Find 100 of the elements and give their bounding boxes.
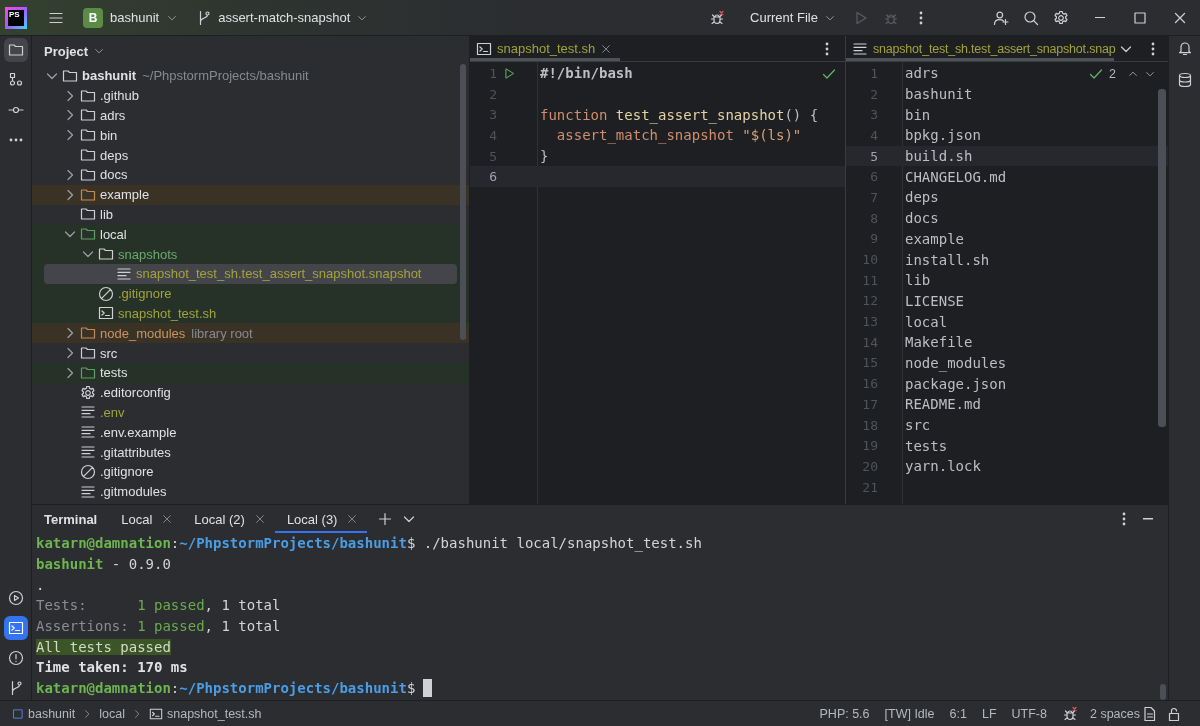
line-number: 2 — [869, 86, 878, 102]
line-number: 2 — [488, 86, 497, 102]
code-line: assert_match_snapshot "$(ls)" — [555, 127, 802, 144]
tree-item[interactable]: .env — [44, 402, 457, 423]
tree-item[interactable]: lib — [44, 204, 457, 225]
plus-icon — [377, 511, 394, 527]
project-selector[interactable]: B bashunit — [79, 3, 183, 32]
code-line: bin — [905, 106, 931, 123]
terminal-tab[interactable]: Local — [109, 505, 183, 533]
folder-icon — [62, 67, 78, 84]
code-line: build.sh — [905, 148, 973, 165]
scrollbar[interactable] — [460, 64, 466, 340]
code-line: yarn.lock — [905, 458, 981, 475]
tree-item[interactable]: local — [44, 224, 457, 245]
run-configuration-selector[interactable]: Current File — [746, 3, 840, 32]
line-number: 6 — [869, 169, 878, 185]
folder-icon — [80, 107, 96, 124]
view-mode-dropdown[interactable]: Project — [40, 37, 110, 65]
line-number: 4 — [488, 127, 497, 143]
code-line: } — [540, 148, 549, 165]
tree-item[interactable]: .gitattributes — [44, 442, 457, 462]
tree-item[interactable]: docs — [44, 165, 457, 185]
tree-item[interactable]: .github — [44, 85, 457, 106]
indent-widget[interactable]: 2 spaces — [1089, 706, 1140, 721]
close-icon[interactable] — [253, 513, 266, 525]
tree-item[interactable]: bashunit ~/PhpstormProjects/bashunit — [44, 66, 457, 86]
terminal-tab[interactable]: Local (3) — [274, 505, 368, 533]
editor-tab[interactable]: snapshot_test.sh — [470, 36, 621, 61]
tree-item[interactable]: snapshots — [44, 244, 457, 264]
code-line: #!/bin/bash — [540, 65, 633, 82]
project-tool-button[interactable] — [3, 38, 28, 62]
editor-tab[interactable]: snapshot_test_sh.test_assert_snapshot.snap — [846, 36, 1114, 61]
maximize-icon — [1132, 9, 1148, 26]
run-icon[interactable] — [503, 66, 516, 80]
line-number: 5 — [869, 148, 878, 164]
code-line: package.json — [905, 375, 1007, 392]
breadcrumb[interactable]: snapshot_test.sh — [149, 706, 262, 721]
terminal-line: katarn@damnation:~/PhpstormProjects/bashunit$ ./bashunit local/snapshot_test.sh — [36, 535, 702, 552]
tree-item[interactable]: .env.example — [44, 422, 457, 443]
close-icon[interactable] — [161, 513, 174, 525]
path-hint: ~/PhpstormProjects/bashunit — [142, 68, 309, 84]
tree-item[interactable]: node_modules library root — [44, 323, 457, 344]
ignore-file-icon — [98, 285, 114, 302]
line-number: 6 — [488, 169, 497, 185]
code-line: install.sh — [905, 251, 990, 268]
folder-icon — [80, 147, 96, 164]
text-file-icon — [80, 444, 96, 461]
status-widget[interactable]: UTF-8 — [1011, 706, 1047, 721]
tree-item[interactable]: deps — [44, 145, 457, 165]
tree-item[interactable]: snapshot_test_sh.test_assert_snapshot.snapshot — [44, 263, 457, 284]
status-widget[interactable]: [TW] Idle — [884, 706, 935, 721]
tree-item[interactable]: .gitignore — [44, 283, 457, 304]
breadcrumb[interactable]: local — [99, 706, 125, 721]
close-icon[interactable] — [346, 513, 359, 525]
terminal-file-icon — [98, 305, 114, 322]
text-file-icon — [116, 265, 132, 282]
tree-item[interactable]: src — [44, 343, 457, 363]
lock-icon[interactable] — [1166, 705, 1182, 722]
tree-item[interactable]: .gitignore — [44, 461, 457, 482]
breadcrumb[interactable]: bashunit — [12, 706, 76, 721]
code-line: Makefile — [905, 334, 973, 351]
tree-item[interactable]: tests — [44, 362, 457, 383]
scrollbar[interactable] — [1160, 684, 1166, 700]
panel-title: Terminal — [44, 511, 98, 527]
terminal-tab[interactable]: Local (2) — [182, 505, 275, 533]
folder-icon — [80, 345, 96, 362]
terminal-line: katarn@damnation:~/PhpstormProjects/bashunit$ — [36, 680, 416, 697]
problems-icon — [7, 650, 24, 666]
folder-icon — [80, 127, 96, 144]
code-line: CHANGELOG.md — [905, 168, 1007, 185]
line-number: 1 — [488, 65, 497, 81]
minimize-icon — [1143, 518, 1153, 520]
status-widget[interactable]: 6:1 — [949, 706, 967, 721]
tree-item[interactable]: adrs — [44, 105, 457, 126]
tree-item[interactable]: .gitmodules — [44, 481, 457, 502]
bug-icon — [709, 9, 726, 26]
more-icon — [825, 41, 829, 56]
scrollbar[interactable] — [1158, 89, 1166, 427]
folder-icon — [80, 87, 96, 104]
terminal-tool-button[interactable] — [3, 616, 28, 640]
settings-icon — [1053, 9, 1069, 26]
status-widget[interactable]: PHP: 5.6 — [819, 706, 870, 721]
tree-item[interactable]: snapshot_test.sh — [44, 303, 457, 324]
branch-selector[interactable]: assert-match-snapshot — [192, 3, 373, 32]
close-icon[interactable] — [600, 42, 613, 55]
code-line: local — [905, 313, 948, 330]
file-icon[interactable] — [1142, 705, 1158, 722]
line-number: 15 — [861, 355, 878, 371]
tree-item[interactable]: example — [44, 184, 457, 205]
code-line: bashunit — [905, 86, 973, 103]
line-number: 16 — [861, 376, 878, 392]
tree-item[interactable]: bin — [44, 125, 457, 146]
tree-item[interactable]: .editorconfig — [44, 382, 457, 403]
code-line: src — [905, 417, 931, 434]
text-file-icon — [80, 404, 96, 421]
bug-icon[interactable] — [1061, 705, 1078, 722]
status-widget[interactable]: LF — [981, 706, 997, 721]
line-number: 17 — [861, 396, 878, 412]
path-hint: library root — [191, 325, 253, 341]
terminal-line: Time taken: 170 ms — [36, 659, 188, 676]
